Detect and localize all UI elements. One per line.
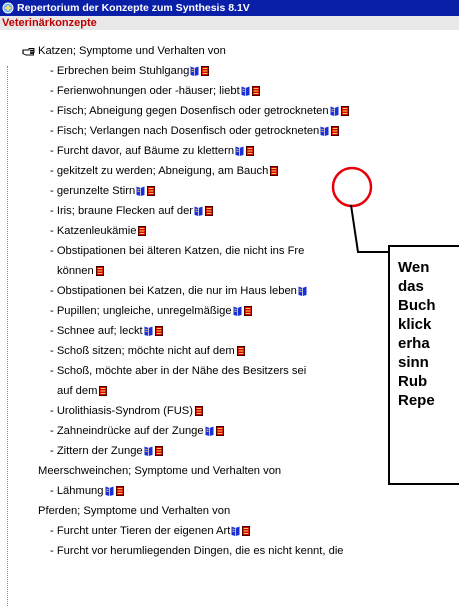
book-icon[interactable] (205, 425, 214, 436)
book-icon[interactable] (190, 65, 199, 76)
note-icon[interactable] (236, 346, 245, 356)
row-label: - Furcht unter Tieren der eigenen Art (50, 525, 231, 537)
window-titlebar: Repertorium der Konzepte zum Synthesis 8… (0, 0, 459, 16)
note-icon[interactable] (215, 426, 224, 436)
list-item[interactable]: - Iris; braune Flecken auf der (0, 202, 214, 220)
callout-line: Rub (398, 373, 428, 390)
list-item[interactable]: - Furcht davor, auf Bäume zu klettern (0, 142, 255, 160)
note-icon[interactable] (243, 306, 252, 316)
note-icon[interactable] (331, 126, 340, 136)
note-icon[interactable] (201, 66, 210, 76)
row-label: können (57, 265, 94, 277)
note-icon[interactable] (246, 146, 255, 156)
row-label: - Urolithiasis-Syndrom (FUS) (50, 405, 193, 417)
list-item[interactable]: - Urolithiasis-Syndrom (FUS) (0, 402, 203, 420)
row-label: - Furcht vor herumliegenden Dingen, die … (50, 545, 344, 557)
category-row[interactable]: Pferden; Symptome und Verhalten von (0, 502, 230, 520)
list-item[interactable]: - Zahneindrücke auf der Zunge (0, 422, 224, 440)
row-label: - Erbrechen beim Stuhlgang (50, 65, 190, 77)
note-icon[interactable] (99, 386, 108, 396)
pointing-hand-icon (22, 48, 35, 56)
row-label: - Zahneindrücke auf der Zunge (50, 425, 204, 437)
row-label: - Schoß sitzen; möchte nicht auf dem (50, 345, 235, 357)
note-icon[interactable] (251, 86, 260, 96)
row-label: - Iris; braune Flecken auf der (50, 205, 194, 217)
category-row[interactable]: Katzen; Symptome und Verhalten von (0, 42, 226, 60)
list-item[interactable]: - Furcht unter Tieren der eigenen Art (0, 522, 251, 540)
list-item[interactable]: - Fisch; Verlangen nach Dosenfisch oder … (0, 122, 340, 140)
callout-line: Repe (398, 392, 435, 409)
callout-line: sinn (398, 354, 429, 371)
note-icon[interactable] (115, 486, 124, 496)
list-item[interactable]: - Pupillen; ungleiche, unregelmäßige (0, 302, 252, 320)
book-icon[interactable] (231, 525, 240, 536)
row-label: Meerschweinchen; Symptome und Verhalten … (38, 465, 282, 477)
row-label: Pferden; Symptome und Verhalten von (38, 505, 231, 517)
list-item[interactable]: - Katzenleukämie (0, 222, 147, 240)
book-icon[interactable] (235, 145, 244, 156)
list-item[interactable]: - gerunzelte Stirn (0, 182, 156, 200)
note-icon[interactable] (340, 106, 349, 116)
app-icon (2, 2, 14, 14)
section-subtitle: Veterinärkonzepte (0, 16, 459, 30)
row-label: - Lähmung (50, 485, 104, 497)
note-icon[interactable] (194, 406, 203, 416)
book-icon[interactable] (144, 445, 153, 456)
list-item[interactable]: auf dem (0, 382, 108, 400)
callout-line: Buch (398, 297, 436, 314)
list-item[interactable]: können (0, 262, 104, 280)
callout-line: Wen (398, 259, 430, 276)
row-label: - Fisch; Abneigung gegen Dosenfisch oder… (50, 105, 329, 117)
list-item[interactable]: - Erbrechen beim Stuhlgang (0, 62, 210, 80)
book-icon[interactable] (136, 185, 145, 196)
list-item[interactable]: - gekitzelt zu werden; Abneigung, am Bau… (0, 162, 279, 180)
list-item[interactable]: - Zittern der Zunge (0, 442, 163, 460)
note-icon[interactable] (95, 266, 104, 276)
callout-line: klick (398, 316, 432, 333)
note-icon[interactable] (242, 526, 251, 536)
row-label: Katzen; Symptome und Verhalten von (38, 45, 226, 57)
book-icon[interactable] (233, 305, 242, 316)
note-icon[interactable] (205, 206, 214, 216)
row-label: - Furcht davor, auf Bäume zu klettern (50, 145, 235, 157)
callout-line: erha (398, 335, 430, 352)
book-icon[interactable] (105, 485, 114, 496)
row-label: - Zittern der Zunge (50, 445, 143, 457)
note-icon[interactable] (138, 226, 147, 236)
book-icon[interactable] (320, 125, 329, 136)
note-icon[interactable] (154, 446, 163, 456)
row-label: auf dem (57, 385, 98, 397)
note-icon[interactable] (147, 186, 156, 196)
row-label: - Schoß, möchte aber in der Nähe des Bes… (50, 365, 307, 377)
row-label: - Fisch; Verlangen nach Dosenfisch oder … (50, 125, 320, 137)
book-icon[interactable] (298, 285, 307, 296)
book-icon[interactable] (144, 325, 153, 336)
row-label: - Schnee auf; leckt (50, 325, 143, 337)
row-label: - Pupillen; ungleiche, unregelmäßige (50, 305, 232, 317)
note-icon[interactable] (154, 326, 163, 336)
list-item[interactable]: - Fisch; Abneigung gegen Dosenfisch oder… (0, 102, 349, 120)
window-title: Repertorium der Konzepte zum Synthesis 8… (17, 2, 250, 14)
callout-box: Wen das Buch klick erha sinn Rub Repe (388, 245, 459, 485)
row-label: - Obstipationen bei älteren Katzen, die … (50, 245, 305, 257)
row-label: - Obstipationen bei Katzen, die nur im H… (50, 285, 297, 297)
list-item[interactable]: - Obstipationen bei älteren Katzen, die … (0, 242, 304, 260)
row-label: - Ferienwohnungen oder -häuser; liebt (50, 85, 240, 97)
book-icon[interactable] (330, 105, 339, 116)
book-icon[interactable] (194, 205, 203, 216)
row-label: - gerunzelte Stirn (50, 185, 136, 197)
list-item[interactable]: - Schoß sitzen; möchte nicht auf dem (0, 342, 245, 360)
note-icon[interactable] (270, 166, 279, 176)
list-item[interactable]: - Obstipationen bei Katzen, die nur im H… (0, 282, 307, 300)
list-item[interactable]: - Ferienwohnungen oder -häuser; liebt (0, 82, 260, 100)
list-item[interactable]: - Furcht vor herumliegenden Dingen, die … (0, 542, 344, 560)
list-item[interactable]: - Lähmung (0, 482, 124, 500)
row-label: - gekitzelt zu werden; Abneigung, am Bau… (50, 165, 269, 177)
list-item[interactable]: - Schnee auf; leckt (0, 322, 163, 340)
callout-line: das (398, 278, 424, 295)
book-icon[interactable] (241, 85, 250, 96)
list-item[interactable]: - Schoß, möchte aber in der Nähe des Bes… (0, 362, 306, 380)
row-label: - Katzenleukämie (50, 225, 137, 237)
category-row[interactable]: Meerschweinchen; Symptome und Verhalten … (0, 462, 281, 480)
